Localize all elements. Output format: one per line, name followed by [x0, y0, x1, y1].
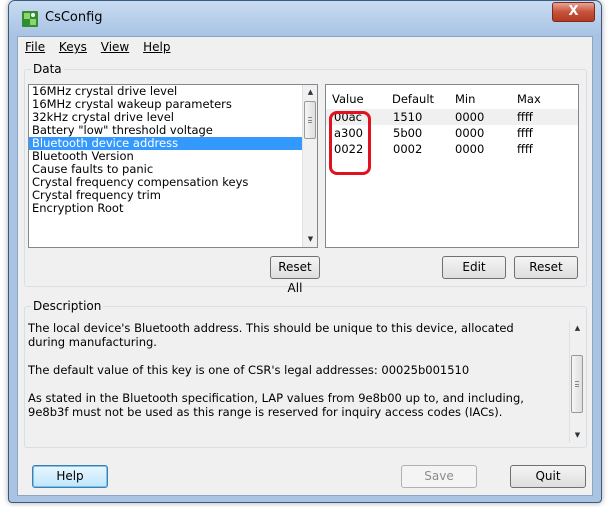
description-text: The local device's Bluetooth address. Th… — [28, 321, 554, 433]
value-panel: Value Default Min Max 00ac 1510 0000 fff… — [325, 84, 579, 248]
edit-button[interactable]: Edit — [442, 256, 506, 279]
scroll-up-icon[interactable]: ▲ — [303, 85, 317, 100]
scroll-up-icon[interactable]: ▲ — [570, 321, 585, 336]
description-paragraph: The local device's Bluetooth address. Th… — [28, 321, 514, 349]
scroll-down-icon[interactable]: ▼ — [303, 232, 317, 247]
key-list-items: 16MHz crystal drive level 16MHz crystal w… — [29, 85, 317, 215]
header-min: Min — [455, 92, 476, 106]
menu-view[interactable]: View — [96, 37, 134, 54]
scroll-down-icon[interactable]: ▼ — [570, 428, 585, 443]
grip-icon — [308, 117, 312, 123]
app-window: CsConfig X File Keys View Help Data 16MH… — [8, 0, 602, 503]
menu-keys-label: Keys — [58, 40, 87, 54]
value-table-header: Value Default Min Max — [326, 85, 578, 109]
reset-button[interactable]: Reset — [514, 256, 578, 279]
window-client: File Keys View Help Data 16MHz crystal d… — [17, 36, 593, 496]
menu-file[interactable]: File — [20, 37, 50, 54]
reset-all-button[interactable]: Reset All — [270, 256, 320, 295]
header-value: Value — [332, 92, 364, 106]
description-scrollbar[interactable]: ▲ ▼ — [569, 321, 584, 443]
data-group-label: Data — [31, 62, 64, 76]
description-group: Description The local device's Bluetooth… — [24, 299, 587, 448]
header-default: Default — [392, 92, 435, 106]
scroll-thumb[interactable] — [571, 355, 583, 413]
help-button[interactable]: Help — [32, 465, 108, 488]
close-icon: X — [568, 4, 579, 19]
key-list[interactable]: 16MHz crystal drive level 16MHz crystal w… — [28, 84, 318, 248]
close-button[interactable]: X — [552, 2, 595, 22]
menu-file-label: File — [25, 40, 46, 54]
min-cell: 0000 — [449, 109, 511, 125]
value-highlight-annotation — [329, 111, 371, 175]
save-button[interactable]: Save — [401, 465, 477, 488]
puzzle-piece-icon — [22, 11, 38, 27]
data-group: Data 16MHz crystal drive level 16MHz crys… — [24, 62, 587, 295]
key-list-scrollbar[interactable]: ▲ ▼ — [302, 85, 317, 247]
default-cell: 5b00 — [393, 126, 423, 140]
list-item[interactable]: Encryption Root — [29, 202, 317, 215]
quit-button[interactable]: Quit — [510, 465, 586, 488]
description-paragraph: As stated in the Bluetooth specification… — [28, 391, 524, 419]
window-title: CsConfig — [45, 10, 103, 25]
header-max: Max — [517, 92, 541, 106]
max-cell: ffff — [517, 126, 533, 140]
grip-icon — [575, 381, 579, 387]
default-cell: 1510 — [386, 109, 449, 125]
menu-keys[interactable]: Keys — [54, 37, 92, 54]
menu-help[interactable]: Help — [138, 37, 175, 54]
max-cell: ffff — [517, 142, 533, 156]
description-label: Description — [31, 299, 104, 313]
min-cell: 0000 — [455, 142, 485, 156]
description-paragraph: The default value of this key is one of … — [28, 363, 470, 377]
min-cell: 0000 — [455, 126, 485, 140]
default-cell: 0002 — [393, 142, 423, 156]
max-cell: ffff — [511, 109, 578, 125]
menu-bar: File Keys View Help — [18, 37, 592, 57]
menu-help-label: Help — [143, 40, 171, 54]
menu-view-label: View — [100, 40, 130, 54]
title-bar[interactable]: CsConfig X — [9, 1, 601, 35]
scroll-thumb[interactable] — [304, 101, 316, 139]
